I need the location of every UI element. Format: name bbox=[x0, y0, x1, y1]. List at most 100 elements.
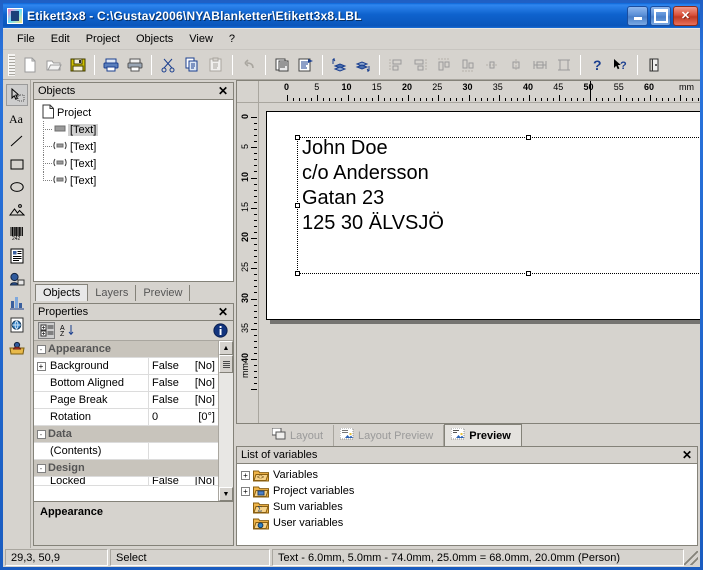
objects-panel-close-icon[interactable]: ✕ bbox=[215, 84, 231, 98]
property-value-cell[interactable]: False [No] bbox=[149, 392, 218, 408]
property-category-row[interactable]: - Appearance bbox=[34, 341, 218, 358]
expand-icon[interactable]: + bbox=[241, 486, 250, 496]
resize-grip[interactable] bbox=[684, 550, 698, 565]
property-value-cell[interactable]: False [No] bbox=[149, 358, 218, 374]
property-value-cell[interactable]: False [No] bbox=[149, 375, 218, 391]
same-width-icon[interactable] bbox=[528, 53, 552, 77]
maximize-button[interactable] bbox=[650, 5, 671, 26]
send-to-back-icon[interactable] bbox=[351, 53, 375, 77]
html-tool[interactable] bbox=[6, 314, 28, 336]
table-row[interactable]: Page Break False [No] bbox=[34, 392, 218, 409]
list-item[interactable]: + Project variables bbox=[241, 483, 693, 499]
collapse-icon[interactable]: - bbox=[34, 429, 48, 439]
page-setup-icon[interactable] bbox=[270, 53, 294, 77]
horizontal-ruler[interactable]: 0 5 10 15 20 25 30 35 40 45 50 55 60 mm bbox=[259, 81, 700, 103]
print-preview-icon[interactable] bbox=[123, 53, 147, 77]
variables-panel-close-icon[interactable]: ✕ bbox=[679, 448, 695, 462]
text-tool[interactable]: Aa bbox=[6, 107, 28, 129]
info-icon[interactable] bbox=[212, 322, 229, 339]
select-arrow-tool[interactable] bbox=[5, 84, 28, 106]
table-row[interactable]: Bottom Aligned False [No] bbox=[34, 375, 218, 392]
align-bottom-icon[interactable] bbox=[456, 53, 480, 77]
menu-help[interactable]: ? bbox=[221, 31, 243, 47]
list-item[interactable]: [Text] bbox=[36, 155, 231, 172]
ole-object-tool[interactable] bbox=[6, 268, 28, 290]
project-properties-icon[interactable] bbox=[294, 53, 318, 77]
categorized-view-icon[interactable] bbox=[38, 322, 55, 339]
export-tool[interactable] bbox=[6, 337, 28, 359]
bring-to-front-icon[interactable] bbox=[327, 53, 351, 77]
label-page[interactable]: John Doe c/o Andersson Gatan 23 125 30 Ä… bbox=[266, 111, 700, 320]
expand-icon[interactable]: + bbox=[241, 470, 250, 480]
resize-handle-top-left[interactable] bbox=[295, 135, 300, 140]
property-value-cell[interactable]: 0 [0°] bbox=[149, 409, 218, 425]
variables-tree[interactable]: + <> Variables + Project variables Σ Sum… bbox=[237, 464, 697, 545]
list-item[interactable]: [Text] bbox=[36, 172, 231, 189]
tab-layout-preview[interactable]: Layout Preview bbox=[334, 425, 445, 446]
copy-icon[interactable] bbox=[180, 53, 204, 77]
tab-layout[interactable]: Layout bbox=[266, 425, 335, 446]
table-row[interactable]: + Background False [No] bbox=[34, 358, 218, 375]
minimize-button[interactable] bbox=[627, 5, 648, 26]
chart-tool[interactable] bbox=[6, 291, 28, 313]
line-tool[interactable] bbox=[6, 130, 28, 152]
menu-edit[interactable]: Edit bbox=[43, 31, 78, 47]
tab-layers[interactable]: Layers bbox=[88, 285, 137, 301]
resize-handle-bottom-left[interactable] bbox=[295, 271, 300, 276]
property-value-cell[interactable] bbox=[149, 443, 218, 459]
resize-handle-bottom-center[interactable] bbox=[526, 271, 531, 276]
objects-tree[interactable]: Project [Text] [Text] [Text] [Text] bbox=[34, 100, 233, 281]
text-object-selected[interactable]: John Doe c/o Andersson Gatan 23 125 30 Ä… bbox=[295, 135, 700, 276]
menu-view[interactable]: View bbox=[181, 31, 221, 47]
same-height-icon[interactable] bbox=[552, 53, 576, 77]
vertical-ruler[interactable]: 0 5 10 15 20 25 30 35 40 mm bbox=[237, 103, 259, 423]
properties-panel-close-icon[interactable]: ✕ bbox=[215, 305, 231, 319]
scroll-up-button[interactable]: ▲ bbox=[219, 341, 233, 355]
tab-preview[interactable]: Preview bbox=[136, 285, 191, 301]
list-item[interactable]: [Text] bbox=[36, 138, 231, 155]
property-value-cell[interactable]: False [No] bbox=[149, 477, 218, 485]
new-file-icon[interactable] bbox=[18, 53, 42, 77]
properties-scrollbar[interactable]: ▲ ▼ bbox=[218, 341, 233, 501]
paste-icon[interactable] bbox=[204, 53, 228, 77]
list-item[interactable]: [Text] bbox=[36, 121, 231, 138]
list-item[interactable]: + <> Variables bbox=[241, 467, 693, 483]
collapse-icon[interactable]: - bbox=[34, 344, 48, 354]
center-vertical-icon[interactable] bbox=[504, 53, 528, 77]
menu-project[interactable]: Project bbox=[78, 31, 128, 47]
label-canvas[interactable]: John Doe c/o Andersson Gatan 23 125 30 Ä… bbox=[259, 103, 700, 423]
tab-objects[interactable]: Objects bbox=[35, 284, 89, 301]
undo-arrow-icon[interactable] bbox=[237, 53, 261, 77]
resize-handle-top-center[interactable] bbox=[526, 135, 531, 140]
align-right-icon[interactable] bbox=[408, 53, 432, 77]
tab-preview[interactable]: Preview bbox=[444, 424, 522, 446]
table-row[interactable]: Locked False [No] bbox=[34, 477, 218, 486]
menu-file[interactable]: File bbox=[9, 31, 43, 47]
rectangle-tool[interactable] bbox=[6, 153, 28, 175]
center-horizontal-icon[interactable] bbox=[480, 53, 504, 77]
align-top-icon[interactable] bbox=[432, 53, 456, 77]
alphabetical-sort-icon[interactable]: AZ bbox=[59, 322, 76, 339]
table-row[interactable]: Rotation 0 [0°] bbox=[34, 409, 218, 426]
context-help-icon[interactable]: ? bbox=[609, 53, 633, 77]
scroll-thumb[interactable] bbox=[219, 355, 233, 373]
properties-grid[interactable]: - Appearance + Background False [No] Bot… bbox=[34, 341, 233, 501]
barcode-tool[interactable]: 242 bbox=[6, 222, 28, 244]
ellipse-tool[interactable] bbox=[6, 176, 28, 198]
list-item[interactable]: Σ Sum variables bbox=[241, 499, 693, 515]
property-category-row[interactable]: - Design bbox=[34, 460, 218, 477]
align-left-icon[interactable] bbox=[384, 53, 408, 77]
print-icon[interactable] bbox=[99, 53, 123, 77]
property-category-row[interactable]: - Data bbox=[34, 426, 218, 443]
save-disk-icon[interactable] bbox=[66, 53, 90, 77]
table-row[interactable]: (Contents) bbox=[34, 443, 218, 460]
exit-door-icon[interactable] bbox=[642, 53, 666, 77]
open-folder-icon[interactable] bbox=[42, 53, 66, 77]
help-question-icon[interactable]: ? bbox=[585, 53, 609, 77]
expand-icon[interactable]: + bbox=[34, 358, 48, 374]
list-item[interactable]: User variables bbox=[241, 515, 693, 531]
resize-handle-middle-left[interactable] bbox=[295, 202, 300, 208]
close-button[interactable]: ✕ bbox=[673, 5, 698, 26]
picture-tool[interactable] bbox=[6, 199, 28, 221]
tree-root-row[interactable]: Project bbox=[36, 104, 231, 121]
